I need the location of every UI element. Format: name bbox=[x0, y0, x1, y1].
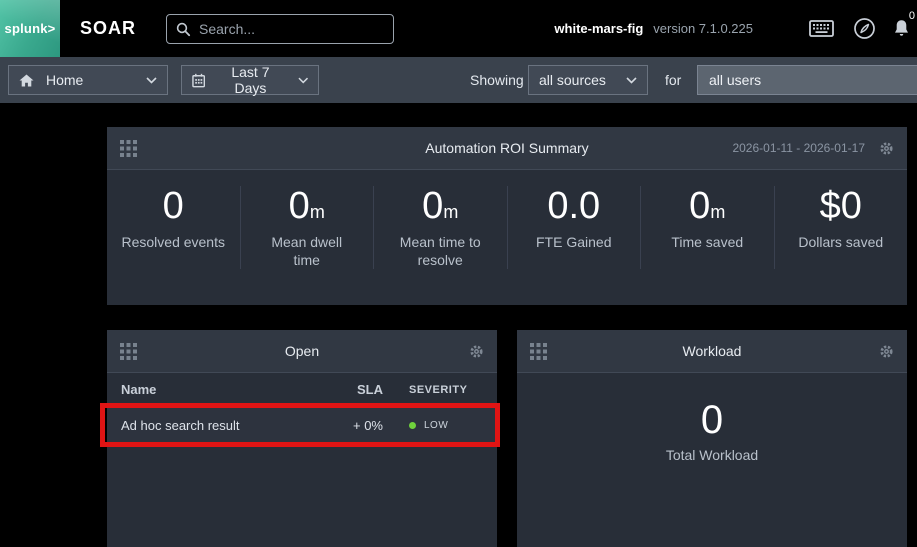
workload-panel-title: Workload bbox=[682, 343, 742, 359]
notification-count-badge: 0 bbox=[908, 10, 915, 22]
stat-value: 0.0 bbox=[547, 185, 601, 227]
roi-date-range: 2026-01-11 - 2026-01-17 bbox=[732, 141, 865, 155]
stat-value: 0m bbox=[288, 185, 325, 227]
guided-tour-button[interactable] bbox=[853, 17, 876, 40]
open-panel-header: Open bbox=[107, 330, 497, 373]
keyboard-shortcuts-button[interactable] bbox=[809, 20, 834, 37]
workload-value: 0 bbox=[700, 398, 724, 442]
drag-handle-icon[interactable] bbox=[530, 342, 547, 360]
stat-value: $0 bbox=[819, 185, 862, 227]
row-sla: + 0% bbox=[353, 417, 383, 433]
navbar: Home Last 7 Days Showing all sources for… bbox=[0, 57, 917, 103]
users-select-value: all users bbox=[709, 72, 762, 88]
roi-settings-button[interactable] bbox=[879, 141, 894, 156]
column-header-name[interactable]: Name bbox=[121, 382, 321, 397]
sources-select[interactable]: all sources bbox=[528, 65, 648, 95]
severity-dot-icon bbox=[409, 421, 416, 429]
search-input[interactable] bbox=[199, 21, 384, 37]
home-dropdown-label: Home bbox=[46, 72, 84, 88]
showing-label: Showing bbox=[470, 72, 524, 88]
open-table-header: Name SLA SEVERITY bbox=[107, 373, 497, 406]
bell-icon bbox=[895, 20, 908, 36]
gear-icon bbox=[470, 344, 483, 358]
calendar-icon bbox=[192, 73, 206, 87]
stat-value: 0 bbox=[162, 185, 184, 227]
keyboard-icon bbox=[809, 20, 834, 37]
stat-label: Mean dwell time bbox=[271, 233, 343, 268]
stat-label: Dollars saved bbox=[798, 233, 884, 250]
workload-settings-button[interactable] bbox=[879, 344, 894, 359]
stat-value: 0m bbox=[689, 185, 726, 227]
open-settings-button[interactable] bbox=[469, 344, 484, 359]
chevron-down-icon bbox=[297, 77, 308, 83]
stat-dollars-saved: $0 Dollars saved bbox=[773, 185, 908, 270]
home-dropdown[interactable]: Home bbox=[8, 65, 168, 95]
stat-resolved-events: 0 Resolved events bbox=[107, 185, 240, 269]
gear-icon bbox=[880, 141, 893, 155]
workload-label: Total Workload bbox=[665, 447, 759, 463]
topbar: splunk> SOAR white-mars-fig version 7.1.… bbox=[0, 0, 917, 57]
home-icon bbox=[19, 74, 34, 86]
table-row[interactable]: Ad hoc search result + 0% LOW bbox=[107, 406, 497, 444]
column-header-severity[interactable]: SEVERITY bbox=[383, 384, 483, 396]
sources-select-value: all sources bbox=[539, 72, 606, 88]
open-panel-title: Open bbox=[284, 343, 320, 359]
notifications-button[interactable]: 0 bbox=[893, 10, 915, 38]
search-icon bbox=[176, 22, 191, 36]
search-box[interactable] bbox=[166, 14, 394, 44]
for-label: for bbox=[665, 72, 682, 88]
time-range-label: Last 7 Days bbox=[231, 64, 270, 96]
roi-stats-row: 0 Resolved events 0m Mean dwell time 0m … bbox=[107, 170, 907, 286]
column-header-sla[interactable]: SLA bbox=[321, 382, 383, 397]
drag-handle-icon[interactable] bbox=[120, 342, 137, 360]
app-root: splunk> SOAR white-mars-fig version 7.1.… bbox=[0, 0, 917, 547]
roi-panel-header: Automation ROI Summary 2026-01-11 - 2026… bbox=[107, 127, 907, 170]
product-title: SOAR bbox=[80, 18, 137, 38]
instance-name: white-mars-fig bbox=[554, 21, 644, 36]
stat-label: FTE Gained bbox=[536, 233, 612, 250]
stat-mean-dwell-time: 0m Mean dwell time bbox=[239, 185, 374, 270]
workload-panel: Workload 0 Total Workload bbox=[517, 330, 907, 547]
row-name: Ad hoc search result bbox=[121, 417, 240, 433]
stat-value: 0m bbox=[422, 185, 459, 227]
stat-label: Mean time to resolve bbox=[399, 233, 481, 268]
gear-icon bbox=[880, 344, 893, 358]
splunk-logo-text: splunk> bbox=[4, 21, 56, 36]
workload-panel-header: Workload bbox=[517, 330, 907, 373]
stat-fte-gained: 0.0 FTE Gained bbox=[506, 185, 641, 270]
severity-label: LOW bbox=[424, 419, 449, 431]
open-panel: Open Name SLA SEVERITY Ad hoc search res… bbox=[107, 330, 497, 547]
roi-summary-panel: Automation ROI Summary 2026-01-11 - 2026… bbox=[107, 127, 907, 305]
stat-mean-time-to-resolve: 0m Mean time to resolve bbox=[373, 185, 507, 270]
time-range-dropdown[interactable]: Last 7 Days bbox=[181, 64, 319, 96]
stat-label: Resolved events bbox=[121, 233, 225, 250]
chevron-down-icon bbox=[626, 76, 637, 84]
topbar-right: white-mars-fig version 7.1.0.225 0 bbox=[554, 0, 915, 57]
row-severity: LOW bbox=[383, 420, 483, 431]
drag-handle-icon[interactable] bbox=[120, 139, 137, 157]
chevron-down-icon bbox=[146, 76, 157, 84]
stat-label: Time saved bbox=[671, 233, 744, 250]
version-label: version 7.1.0.225 bbox=[653, 21, 753, 36]
splunk-logo[interactable]: splunk> bbox=[0, 0, 60, 57]
compass-icon bbox=[854, 18, 875, 39]
workload-body: 0 Total Workload bbox=[517, 373, 907, 463]
stat-time-saved: 0m Time saved bbox=[640, 185, 774, 270]
users-select[interactable]: all users bbox=[697, 65, 917, 95]
